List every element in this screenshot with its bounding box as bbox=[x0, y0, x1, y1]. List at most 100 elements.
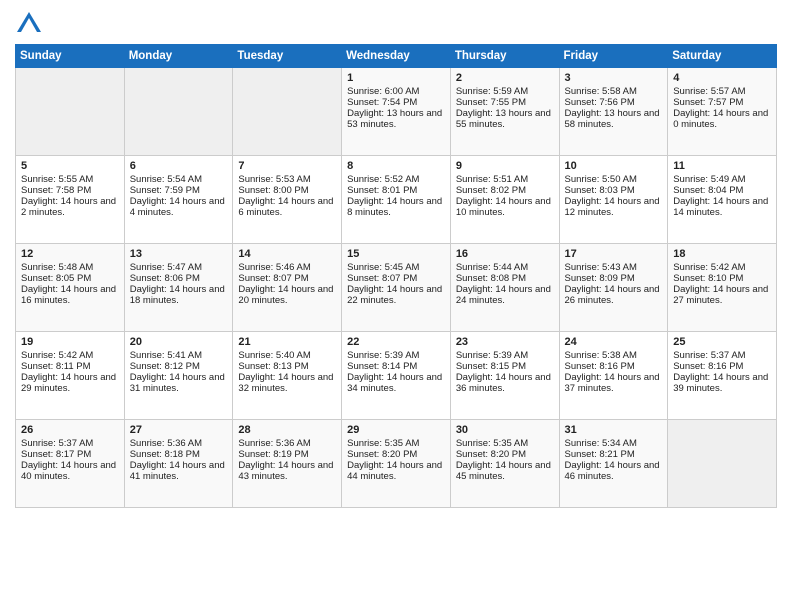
daylight-text: Daylight: 14 hours and 4 minutes. bbox=[130, 196, 228, 218]
sunrise-text: Sunrise: 5:59 AM bbox=[456, 86, 554, 97]
sunrise-text: Sunrise: 5:39 AM bbox=[347, 350, 445, 361]
calendar-cell: 10 Sunrise: 5:50 AMSunset: 8:03 PMDayligh… bbox=[559, 156, 668, 244]
calendar-cell: 4Sunrise: 5:57 AMSunset: 7:57 PMDaylight… bbox=[668, 68, 777, 156]
day-number: 23 bbox=[456, 336, 554, 348]
day-number: 10 bbox=[565, 160, 663, 172]
calendar-cell: 2Sunrise: 5:59 AMSunset: 7:55 PMDaylight… bbox=[450, 68, 559, 156]
daylight-text: Daylight: 14 hours and 41 minutes. bbox=[130, 460, 228, 482]
calendar-cell: 15 Sunrise: 5:45 AMSunset: 8:07 PMDayligh… bbox=[342, 244, 451, 332]
weekday-header-wednesday: Wednesday bbox=[342, 45, 451, 68]
calendar-cell: 13Sunrise: 5:47 AMSunset: 8:06 PMDayligh… bbox=[124, 244, 233, 332]
day-number: 22 bbox=[347, 336, 445, 348]
day-number: 9 bbox=[456, 160, 554, 172]
sunrise-text: Sunrise: 5:41 AM bbox=[130, 350, 228, 361]
daylight-text: Daylight: 14 hours and 29 minutes. bbox=[21, 372, 119, 394]
calendar-table: SundayMondayTuesdayWednesdayThursdayFrid… bbox=[15, 44, 777, 508]
calendar-cell bbox=[233, 68, 342, 156]
daylight-text: Daylight: 14 hours and 20 minutes. bbox=[238, 284, 336, 306]
day-number: 16 bbox=[456, 248, 554, 260]
daylight-text: Daylight: 14 hours and 39 minutes. bbox=[673, 372, 771, 394]
calendar-cell: 21Sunrise: 5:40 AMSunset: 8:13 PMDayligh… bbox=[233, 332, 342, 420]
day-number: 4 bbox=[673, 72, 771, 84]
calendar-cell: 27Sunrise: 5:36 AMSunset: 8:18 PMDayligh… bbox=[124, 420, 233, 508]
sunrise-text: Sunrise: 5:35 AM bbox=[456, 438, 554, 449]
day-number: 31 bbox=[565, 424, 663, 436]
sunset-text: Sunset: 8:18 PM bbox=[130, 449, 228, 460]
calendar-week-1: 1Sunrise: 6:00 AMSunset: 7:54 PMDaylight… bbox=[16, 68, 777, 156]
sunset-text: Sunset: 8:20 PM bbox=[347, 449, 445, 460]
sunset-text: Sunset: 8:00 PM bbox=[238, 185, 336, 196]
calendar-cell: 23Sunrise: 5:39 AMSunset: 8:15 PMDayligh… bbox=[450, 332, 559, 420]
sunset-text: Sunset: 7:54 PM bbox=[347, 97, 445, 108]
daylight-text: Daylight: 14 hours and 37 minutes. bbox=[565, 372, 663, 394]
sunset-text: Sunset: 8:15 PM bbox=[456, 361, 554, 372]
calendar-cell: 22Sunrise: 5:39 AMSunset: 8:14 PMDayligh… bbox=[342, 332, 451, 420]
weekday-header-thursday: Thursday bbox=[450, 45, 559, 68]
calendar-week-2: 5Sunrise: 5:55 AMSunset: 7:58 PMDaylight… bbox=[16, 156, 777, 244]
sunset-text: Sunset: 8:04 PM bbox=[673, 185, 771, 196]
calendar-cell: 20Sunrise: 5:41 AMSunset: 8:12 PMDayligh… bbox=[124, 332, 233, 420]
sunrise-text: Sunrise: 5:51 AM bbox=[456, 174, 554, 185]
sunrise-text: Sunrise: 5:46 AM bbox=[238, 262, 336, 273]
sunset-text: Sunset: 8:11 PM bbox=[21, 361, 119, 372]
sunrise-text: Sunrise: 5:45 AM bbox=[347, 262, 445, 273]
day-number: 5 bbox=[21, 160, 119, 172]
daylight-text: Daylight: 14 hours and 22 minutes. bbox=[347, 284, 445, 306]
day-number: 20 bbox=[130, 336, 228, 348]
sunrise-text: Sunrise: 5:42 AM bbox=[21, 350, 119, 361]
sunset-text: Sunset: 8:10 PM bbox=[673, 273, 771, 284]
sunrise-text: Sunrise: 5:47 AM bbox=[130, 262, 228, 273]
weekday-header-saturday: Saturday bbox=[668, 45, 777, 68]
sunset-text: Sunset: 8:07 PM bbox=[347, 273, 445, 284]
daylight-text: Daylight: 14 hours and 8 minutes. bbox=[347, 196, 445, 218]
sunrise-text: Sunrise: 5:52 AM bbox=[347, 174, 445, 185]
day-number: 8 bbox=[347, 160, 445, 172]
sunset-text: Sunset: 8:19 PM bbox=[238, 449, 336, 460]
calendar-cell: 9Sunrise: 5:51 AMSunset: 8:02 PMDaylight… bbox=[450, 156, 559, 244]
header bbox=[15, 10, 777, 38]
calendar-cell: 19Sunrise: 5:42 AMSunset: 8:11 PMDayligh… bbox=[16, 332, 125, 420]
daylight-text: Daylight: 14 hours and 12 minutes. bbox=[565, 196, 663, 218]
sunrise-text: Sunrise: 5:49 AM bbox=[673, 174, 771, 185]
daylight-text: Daylight: 14 hours and 18 minutes. bbox=[130, 284, 228, 306]
sunset-text: Sunset: 8:13 PM bbox=[238, 361, 336, 372]
calendar-cell: 7Sunrise: 5:53 AMSunset: 8:00 PMDaylight… bbox=[233, 156, 342, 244]
weekday-header-monday: Monday bbox=[124, 45, 233, 68]
calendar-cell: 30Sunrise: 5:35 AMSunset: 8:20 PMDayligh… bbox=[450, 420, 559, 508]
sunset-text: Sunset: 8:05 PM bbox=[21, 273, 119, 284]
calendar-cell bbox=[16, 68, 125, 156]
sunrise-text: Sunrise: 5:40 AM bbox=[238, 350, 336, 361]
daylight-text: Daylight: 14 hours and 14 minutes. bbox=[673, 196, 771, 218]
calendar-cell bbox=[668, 420, 777, 508]
sunset-text: Sunset: 8:17 PM bbox=[21, 449, 119, 460]
calendar-cell: 29Sunrise: 5:35 AMSunset: 8:20 PMDayligh… bbox=[342, 420, 451, 508]
calendar-cell: 28Sunrise: 5:36 AMSunset: 8:19 PMDayligh… bbox=[233, 420, 342, 508]
day-number: 14 bbox=[238, 248, 336, 260]
sunrise-text: Sunrise: 5:36 AM bbox=[238, 438, 336, 449]
sunrise-text: Sunrise: 5:44 AM bbox=[456, 262, 554, 273]
day-number: 15 bbox=[347, 248, 445, 260]
sunrise-text: Sunrise: 5:43 AM bbox=[565, 262, 663, 273]
sunset-text: Sunset: 7:57 PM bbox=[673, 97, 771, 108]
daylight-text: Daylight: 14 hours and 16 minutes. bbox=[21, 284, 119, 306]
daylight-text: Daylight: 14 hours and 26 minutes. bbox=[565, 284, 663, 306]
sunset-text: Sunset: 7:55 PM bbox=[456, 97, 554, 108]
sunrise-text: Sunrise: 5:37 AM bbox=[21, 438, 119, 449]
daylight-text: Daylight: 14 hours and 46 minutes. bbox=[565, 460, 663, 482]
day-number: 24 bbox=[565, 336, 663, 348]
sunrise-text: Sunrise: 5:50 AM bbox=[565, 174, 663, 185]
day-number: 25 bbox=[673, 336, 771, 348]
weekday-header-tuesday: Tuesday bbox=[233, 45, 342, 68]
sunset-text: Sunset: 8:16 PM bbox=[565, 361, 663, 372]
daylight-text: Daylight: 14 hours and 32 minutes. bbox=[238, 372, 336, 394]
day-number: 12 bbox=[21, 248, 119, 260]
weekday-header-friday: Friday bbox=[559, 45, 668, 68]
sunset-text: Sunset: 8:09 PM bbox=[565, 273, 663, 284]
day-number: 11 bbox=[673, 160, 771, 172]
calendar-week-3: 12Sunrise: 5:48 AMSunset: 8:05 PMDayligh… bbox=[16, 244, 777, 332]
calendar-cell: 8Sunrise: 5:52 AMSunset: 8:01 PMDaylight… bbox=[342, 156, 451, 244]
calendar-cell: 26Sunrise: 5:37 AMSunset: 8:17 PMDayligh… bbox=[16, 420, 125, 508]
sunset-text: Sunset: 8:03 PM bbox=[565, 185, 663, 196]
daylight-text: Daylight: 13 hours and 58 minutes. bbox=[565, 108, 663, 130]
calendar-cell: 5Sunrise: 5:55 AMSunset: 7:58 PMDaylight… bbox=[16, 156, 125, 244]
